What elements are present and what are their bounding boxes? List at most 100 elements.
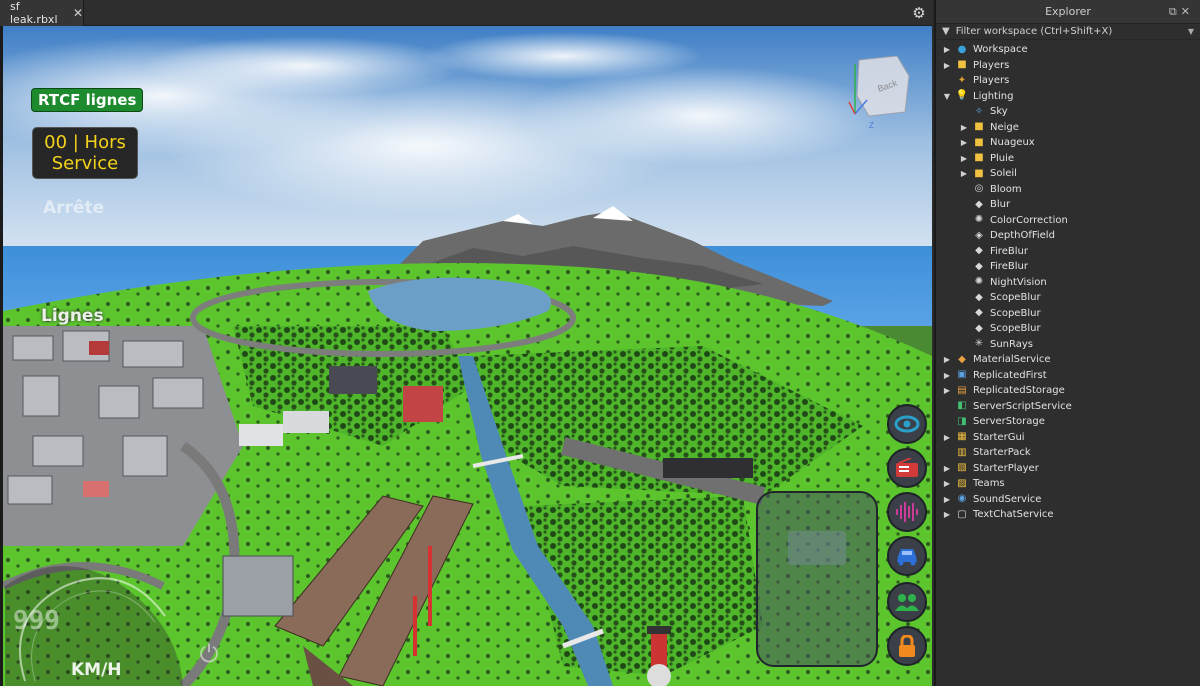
car-icon bbox=[897, 549, 917, 566]
chevron-down-icon[interactable]: ▼ bbox=[1188, 27, 1194, 36]
explorer-item-materialservice[interactable]: ▶ ◆ MaterialService bbox=[936, 352, 1200, 368]
drop-icon: ◆ bbox=[975, 198, 983, 210]
explorer-item-fireblur[interactable]: ◆ FireBlur bbox=[936, 244, 1200, 260]
expand-right-icon[interactable]: ▶ bbox=[941, 479, 953, 488]
expand-right-icon[interactable]: ▶ bbox=[941, 355, 953, 364]
explorer-item-replicatedfirst[interactable]: ▶ ▣ ReplicatedFirst bbox=[936, 368, 1200, 384]
depth-icon: ◈ bbox=[975, 229, 983, 241]
movement-joystick[interactable] bbox=[756, 491, 878, 667]
drop-icon: ◆ bbox=[975, 291, 983, 303]
game-viewport[interactable]: RTCF lignes 00 | Hors Service Arrête Lig… bbox=[0, 26, 932, 686]
explorer-item-depthoffield[interactable]: ◈ DepthOfField bbox=[936, 228, 1200, 244]
explorer-header: Explorer ⧉✕ bbox=[936, 0, 1200, 24]
globe-icon: ● bbox=[957, 43, 967, 55]
explorer-item-nightvision[interactable]: ✺ NightVision bbox=[936, 275, 1200, 291]
explorer-item-label: Neige bbox=[990, 121, 1019, 133]
explorer-item-pluie[interactable]: ▶ ■ Pluie bbox=[936, 151, 1200, 167]
explorer-item-label: Pluie bbox=[990, 152, 1015, 164]
filter-input[interactable]: Filter workspace (Ctrl+Shift+X) bbox=[956, 26, 1113, 37]
players-button[interactable] bbox=[887, 582, 927, 622]
sun-cog-icon: ✺ bbox=[974, 214, 984, 226]
view-cube[interactable]: Back Z bbox=[845, 52, 911, 130]
drop-icon: ◆ bbox=[975, 307, 983, 319]
expand-down-icon[interactable]: ▼ bbox=[941, 92, 953, 101]
expand-right-icon[interactable]: ▶ bbox=[958, 123, 970, 132]
explorer-item-sky[interactable]: ✧ Sky bbox=[936, 104, 1200, 120]
explorer-item-colorcorrection[interactable]: ✺ ColorCorrection bbox=[936, 213, 1200, 229]
explorer-filter[interactable]: ▼ Filter workspace (Ctrl+Shift+X) ▼ bbox=[936, 24, 1200, 40]
explorer-tree: ▶ ● Workspace ▶ ■ Players ✦ Players ▼ 💡 Lighting ✧ S… bbox=[936, 40, 1200, 523]
explorer-item-textchatservice[interactable]: ▶ ▢ TextChatService bbox=[936, 507, 1200, 523]
expand-right-icon[interactable]: ▶ bbox=[958, 154, 970, 163]
explorer-item-label: FireBlur bbox=[990, 261, 1028, 273]
group-icon bbox=[895, 594, 919, 611]
gear-icon[interactable]: ⚙ bbox=[910, 4, 928, 22]
camera-view-button[interactable] bbox=[887, 404, 927, 444]
view-cube-axis-label: Z bbox=[869, 121, 874, 130]
explorer-item-soleil[interactable]: ▶ ■ Soleil bbox=[936, 166, 1200, 182]
explorer-item-label: Bloom bbox=[990, 183, 1022, 195]
starter-pack-icon: ▥ bbox=[957, 446, 967, 458]
eye-icon bbox=[894, 415, 920, 433]
chat-icon: ▢ bbox=[957, 508, 967, 520]
panel-controls: ⧉✕ bbox=[1169, 5, 1194, 19]
expand-right-icon[interactable]: ▶ bbox=[941, 45, 953, 54]
explorer-item-lighting[interactable]: ▼ 💡 Lighting bbox=[936, 89, 1200, 105]
explorer-item-scopeblur[interactable]: ◆ ScopeBlur bbox=[936, 321, 1200, 337]
explorer-item-players[interactable]: ✦ Players bbox=[936, 73, 1200, 89]
explorer-item-label: Nuageux bbox=[990, 137, 1035, 149]
explorer-item-starterpack[interactable]: ▥ StarterPack bbox=[936, 445, 1200, 461]
stop-label: Arrête bbox=[43, 198, 105, 218]
radio-button[interactable] bbox=[887, 448, 927, 488]
expand-right-icon[interactable]: ▶ bbox=[941, 433, 953, 442]
close-icon[interactable]: ✕ bbox=[1181, 5, 1194, 18]
expand-right-icon[interactable]: ▶ bbox=[941, 61, 953, 70]
explorer-item-scopeblur[interactable]: ◆ ScopeBlur bbox=[936, 290, 1200, 306]
joystick-knob[interactable] bbox=[788, 531, 846, 565]
close-icon[interactable]: ✕ bbox=[73, 6, 83, 20]
expand-right-icon[interactable]: ▶ bbox=[941, 510, 953, 519]
explorer-item-starterplayer[interactable]: ▶ ▧ StarterPlayer bbox=[936, 461, 1200, 477]
expand-right-icon[interactable]: ▶ bbox=[941, 464, 953, 473]
starter-player-icon: ▧ bbox=[957, 462, 967, 474]
explorer-item-serverstorage[interactable]: ◨ ServerStorage bbox=[936, 414, 1200, 430]
rtcf-lines-badge[interactable]: RTCF lignes bbox=[31, 88, 144, 112]
explorer-item-players[interactable]: ▶ ■ Players bbox=[936, 58, 1200, 74]
power-icon[interactable]: ⏻ bbox=[193, 638, 225, 670]
expand-right-icon[interactable]: ▶ bbox=[941, 495, 953, 504]
explorer-item-label: StarterPlayer bbox=[973, 462, 1039, 474]
explorer-item-bloom[interactable]: ◎ Bloom bbox=[936, 182, 1200, 198]
expand-right-icon[interactable]: ▶ bbox=[941, 386, 953, 395]
explorer-item-fireblur[interactable]: ◆ FireBlur bbox=[936, 259, 1200, 275]
explorer-item-label: FireBlur bbox=[990, 245, 1028, 257]
explorer-item-startergui[interactable]: ▶ ▦ StarterGui bbox=[936, 430, 1200, 446]
popout-icon[interactable]: ⧉ bbox=[1169, 5, 1181, 18]
document-tab-bar: sf leak.rbxl ✕ ⚙ bbox=[0, 0, 932, 26]
explorer-item-blur[interactable]: ◆ Blur bbox=[936, 197, 1200, 213]
filter-icon[interactable]: ▼ bbox=[942, 26, 950, 37]
explorer-item-nuageux[interactable]: ▶ ■ Nuageux bbox=[936, 135, 1200, 151]
sunrays-icon: ✳ bbox=[974, 338, 984, 350]
explorer-item-label: TextChatService bbox=[973, 509, 1054, 521]
explorer-item-workspace[interactable]: ▶ ● Workspace bbox=[936, 42, 1200, 58]
explorer-item-serverscriptservice[interactable]: ◧ ServerScriptService bbox=[936, 399, 1200, 415]
explorer-item-soundservice[interactable]: ▶ ◉ SoundService bbox=[936, 492, 1200, 508]
expand-right-icon[interactable]: ▶ bbox=[941, 371, 953, 380]
explorer-item-sunrays[interactable]: ✳ SunRays bbox=[936, 337, 1200, 353]
explorer-item-label: ReplicatedFirst bbox=[973, 369, 1047, 381]
vehicle-button[interactable] bbox=[887, 536, 927, 576]
document-tab[interactable]: sf leak.rbxl ✕ bbox=[0, 0, 84, 26]
speed-value: 999 bbox=[13, 606, 60, 636]
explorer-item-scopeblur[interactable]: ◆ ScopeBlur bbox=[936, 306, 1200, 322]
audio-button[interactable] bbox=[887, 492, 927, 532]
starter-gui-icon: ▦ bbox=[957, 431, 967, 443]
expand-right-icon[interactable]: ▶ bbox=[958, 169, 970, 178]
expand-right-icon[interactable]: ▶ bbox=[958, 138, 970, 147]
explorer-item-neige[interactable]: ▶ ■ Neige bbox=[936, 120, 1200, 136]
explorer-item-teams[interactable]: ▶ ▨ Teams bbox=[936, 476, 1200, 492]
lock-button[interactable] bbox=[887, 626, 927, 666]
explorer-item-replicatedstorage[interactable]: ▶ ▤ ReplicatedStorage bbox=[936, 383, 1200, 399]
sun-cog-icon: ✺ bbox=[974, 276, 984, 288]
lock-icon bbox=[899, 635, 915, 657]
folder-icon: ■ bbox=[974, 121, 984, 133]
